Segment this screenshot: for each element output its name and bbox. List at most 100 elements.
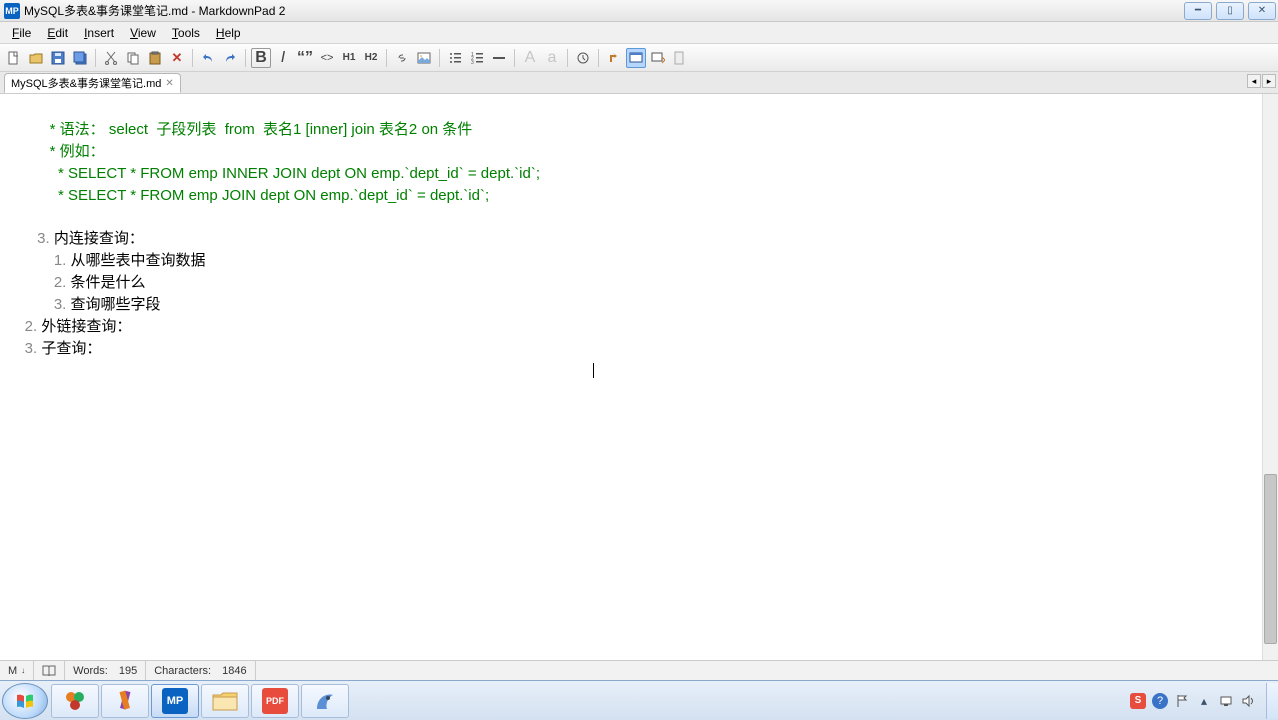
quote-icon[interactable]: “” <box>295 48 315 68</box>
svg-text:3: 3 <box>471 60 474 65</box>
tray-ime-icon[interactable]: S <box>1130 693 1146 709</box>
convert-icon[interactable] <box>604 48 624 68</box>
show-desktop-button[interactable] <box>1266 683 1278 719</box>
export-icon[interactable] <box>670 48 690 68</box>
close-button[interactable]: ✕ <box>1248 2 1276 20</box>
separator <box>567 49 568 67</box>
save-icon[interactable] <box>48 48 68 68</box>
status-markdown-icon[interactable]: M↓ <box>0 661 34 680</box>
menu-view[interactable]: ViewView <box>122 24 164 42</box>
separator <box>192 49 193 67</box>
h2-icon[interactable]: H2 <box>361 48 381 68</box>
status-characters: Characters: 1846 <box>146 661 255 680</box>
tab-nav: ◂ ▸ <box>1247 74 1276 88</box>
tab-label: MySQL多表&事务课堂笔记.md <box>11 75 161 91</box>
minimize-button[interactable]: ━ <box>1184 2 1212 20</box>
code-icon[interactable]: <> <box>317 48 337 68</box>
editor-area: * 语法： select 子段列表 from 表名1 [inner] join … <box>0 94 1278 660</box>
status-book-icon[interactable] <box>34 661 65 680</box>
list-marker: 3. <box>8 340 41 357</box>
save-all-icon[interactable] <box>70 48 90 68</box>
taskbar: MP PDF S ? ▴ <box>0 680 1278 720</box>
code-line: * 语法： <box>8 121 105 138</box>
preview-browser-icon[interactable] <box>648 48 668 68</box>
link-icon[interactable] <box>392 48 412 68</box>
new-file-icon[interactable] <box>4 48 24 68</box>
paste-icon[interactable] <box>145 48 165 68</box>
text-line: 从哪些表中查询数据 <box>71 252 206 269</box>
undo-icon[interactable] <box>198 48 218 68</box>
task-app-6[interactable] <box>301 684 349 718</box>
tray-network-icon[interactable] <box>1218 693 1234 709</box>
uppercase-icon[interactable]: A <box>520 48 540 68</box>
separator <box>245 49 246 67</box>
image-icon[interactable] <box>414 48 434 68</box>
code-line: * SELECT * FROM emp JOIN dept ON emp.`de… <box>8 187 489 204</box>
menu-file[interactable]: FFileile <box>4 24 39 42</box>
maximize-button[interactable]: ▯ <box>1216 2 1244 20</box>
ol-icon[interactable]: 123 <box>467 48 487 68</box>
start-button[interactable] <box>2 683 48 719</box>
task-pdf[interactable]: PDF <box>251 684 299 718</box>
titlebar: MP MySQL多表&事务课堂笔记.md - MarkdownPad 2 ━ ▯… <box>0 0 1278 22</box>
task-app-2[interactable] <box>101 684 149 718</box>
live-preview-icon[interactable] <box>626 48 646 68</box>
separator <box>439 49 440 67</box>
bold-icon[interactable]: B <box>251 48 271 68</box>
italic-icon[interactable]: I <box>273 48 293 68</box>
separator <box>386 49 387 67</box>
code-line: * 例如： <box>8 143 105 160</box>
hr-icon[interactable] <box>489 48 509 68</box>
timestamp-icon[interactable] <box>573 48 593 68</box>
task-markdownpad[interactable]: MP <box>151 684 199 718</box>
menu-edit[interactable]: EditEdit <box>39 24 76 42</box>
statusbar: M↓ Words: 195 Characters: 1846 <box>0 660 1278 680</box>
text-line: 内连接查询： <box>54 230 144 247</box>
tabbar: MySQL多表&事务课堂笔记.md ✕ ◂ ▸ <box>0 72 1278 94</box>
menu-tools[interactable]: ToolsTools <box>164 24 208 42</box>
delete-icon[interactable]: ✕ <box>167 48 187 68</box>
copy-icon[interactable] <box>123 48 143 68</box>
tray-help-icon[interactable]: ? <box>1152 693 1168 709</box>
system-tray: S ? ▴ <box>1130 693 1262 709</box>
menu-help[interactable]: HelpHelp <box>208 24 249 42</box>
tab-next-icon[interactable]: ▸ <box>1262 74 1276 88</box>
text-line: 条件是什么 <box>71 274 146 291</box>
separator <box>95 49 96 67</box>
toolbar: ✕ B I “” <> H1 H2 123 A a <box>0 44 1278 72</box>
text-cursor <box>593 363 594 378</box>
menu-insert[interactable]: InsertInsert <box>76 24 122 42</box>
window-title: MySQL多表&事务课堂笔记.md - MarkdownPad 2 <box>24 2 1182 19</box>
scrollbar-thumb[interactable] <box>1264 474 1277 644</box>
list-marker: 2. <box>8 274 71 291</box>
lowercase-icon[interactable]: a <box>542 48 562 68</box>
editor[interactable]: * 语法： select 子段列表 from 表名1 [inner] join … <box>0 94 1262 660</box>
tray-up-icon[interactable]: ▴ <box>1196 693 1212 709</box>
tray-volume-icon[interactable] <box>1240 693 1256 709</box>
tab-close-icon[interactable]: ✕ <box>165 78 173 89</box>
h1-icon[interactable]: H1 <box>339 48 359 68</box>
menubar: FFileile EditEdit InsertInsert ViewView … <box>0 22 1278 44</box>
list-marker: 3. <box>8 296 71 313</box>
text-line: 外链接查询： <box>41 318 131 335</box>
status-words: Words: 195 <box>65 661 146 680</box>
cut-icon[interactable] <box>101 48 121 68</box>
separator <box>598 49 599 67</box>
code-line: select 子段列表 from 表名1 [inner] join 表名2 on… <box>105 121 473 138</box>
task-explorer[interactable] <box>201 684 249 718</box>
tray-flag-icon[interactable] <box>1174 693 1190 709</box>
list-marker: 2. <box>8 318 41 335</box>
text-line: 查询哪些字段 <box>71 296 161 313</box>
list-marker: 3. <box>8 230 54 247</box>
document-tab[interactable]: MySQL多表&事务课堂笔记.md ✕ <box>4 73 181 93</box>
separator <box>514 49 515 67</box>
vertical-scrollbar[interactable] <box>1262 94 1278 660</box>
tab-prev-icon[interactable]: ◂ <box>1247 74 1261 88</box>
redo-icon[interactable] <box>220 48 240 68</box>
task-app-1[interactable] <box>51 684 99 718</box>
app-icon: MP <box>4 3 20 19</box>
ul-icon[interactable] <box>445 48 465 68</box>
open-file-icon[interactable] <box>26 48 46 68</box>
code-line: * SELECT * FROM emp INNER JOIN dept ON e… <box>8 165 540 182</box>
list-marker: 1. <box>8 252 71 269</box>
